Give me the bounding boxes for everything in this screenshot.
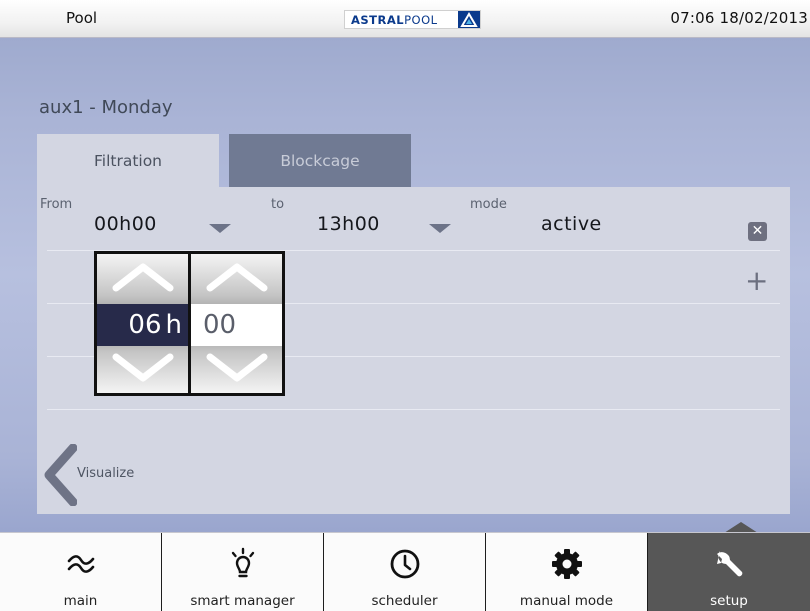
lightbulb-icon <box>226 547 260 581</box>
nav-main-label: main <box>63 593 98 609</box>
chevron-down-icon <box>206 353 268 382</box>
plus-icon: + <box>745 264 769 297</box>
delete-row-button[interactable]: ✕ <box>748 222 767 241</box>
nav-manual-mode[interactable]: manual mode <box>486 533 648 611</box>
visualize-button[interactable]: Visualize <box>43 444 163 506</box>
minute-up-button[interactable] <box>204 262 270 292</box>
tab-filtration-label: Filtration <box>93 151 163 170</box>
visualize-label: Visualize <box>77 466 135 481</box>
tab-blockcage[interactable]: Blockcage <box>229 134 411 187</box>
nav-smart-manager-label: smart manager <box>190 593 295 609</box>
app-name: Pool <box>66 9 98 27</box>
to-dropdown-icon[interactable] <box>429 224 451 233</box>
logo-mark-icon <box>458 11 480 28</box>
hour-down-button[interactable] <box>110 353 176 383</box>
nav-scheduler-label: scheduler <box>371 593 438 609</box>
minute-down-button[interactable] <box>204 353 270 383</box>
hour-spinner: 06 h <box>97 254 188 393</box>
tab-filtration[interactable]: Filtration <box>37 134 219 187</box>
mode-label: mode <box>470 197 507 212</box>
close-icon: ✕ <box>751 223 764 239</box>
hour-value[interactable]: 06 h <box>97 304 188 346</box>
nav-setup[interactable]: setup <box>648 533 810 611</box>
nav-setup-label: setup <box>710 593 748 609</box>
status-bar: Pool ASTRALPOOL 07:06 18/02/2013 <box>0 0 810 38</box>
chevron-up-icon <box>112 263 174 292</box>
from-value[interactable]: 00h00 <box>94 213 157 235</box>
to-label: to <box>271 197 285 212</box>
minute-spinner: 00 <box>191 254 282 393</box>
status-datetime: 07:06 18/02/2013 <box>670 9 808 27</box>
nav-smart-manager[interactable]: smart manager <box>162 533 324 611</box>
to-value[interactable]: 13h00 <box>317 213 380 235</box>
gear-icon <box>550 547 584 581</box>
nav-scheduler[interactable]: scheduler <box>324 533 486 611</box>
mode-value[interactable]: active <box>541 213 602 235</box>
row-divider <box>47 409 780 410</box>
clock-icon <box>388 547 422 581</box>
approx-wave-icon <box>64 547 98 581</box>
time-spinner: 06 h 00 <box>94 251 285 396</box>
chevron-down-icon <box>112 353 174 382</box>
chevron-left-icon <box>44 444 77 506</box>
add-row-button[interactable]: + <box>745 267 768 295</box>
nav-manual-mode-label: manual mode <box>519 593 614 609</box>
logo-text: ASTRALPOOL <box>351 12 438 27</box>
tab-blockcage-label: Blockcage <box>280 151 360 170</box>
bottom-nav: main smart manager scheduler manual mode… <box>0 532 810 611</box>
minute-value[interactable]: 00 <box>191 304 282 346</box>
nav-main[interactable]: main <box>0 533 162 611</box>
from-dropdown-icon[interactable] <box>209 224 231 233</box>
from-label: From <box>40 197 73 212</box>
page-title: aux1 - Monday <box>39 97 173 118</box>
chevron-up-icon <box>206 263 268 292</box>
wrench-icon <box>712 547 746 581</box>
astralpool-logo: ASTRALPOOL <box>344 10 481 29</box>
hour-up-button[interactable] <box>110 262 176 292</box>
